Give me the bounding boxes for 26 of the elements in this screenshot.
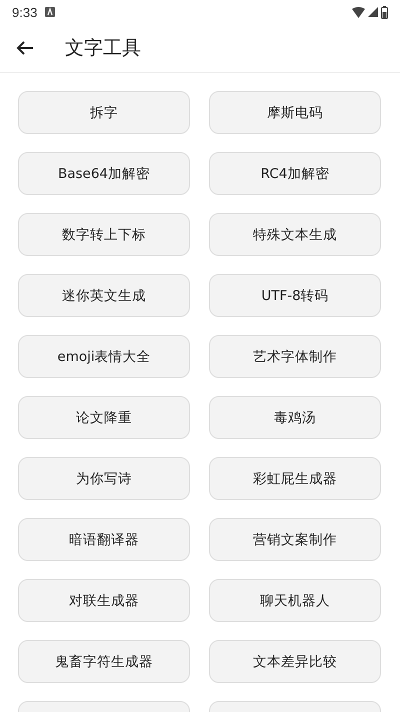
tool-button[interactable]: RC4加解密: [209, 152, 381, 195]
tool-button[interactable]: emoji表情大全: [18, 335, 190, 378]
signal-icon: [368, 7, 378, 17]
tool-button[interactable]: UTF-8转码: [209, 274, 381, 317]
status-time: 9:33: [12, 4, 38, 20]
tool-button[interactable]: 彩虹屁生成器: [209, 457, 381, 500]
tool-button[interactable]: 鬼畜字符生成器: [18, 640, 190, 683]
battery-icon: [381, 6, 388, 18]
tool-button[interactable]: 聊天机器人: [209, 579, 381, 622]
tool-button[interactable]: 摩斯电码: [209, 91, 381, 134]
page-title: 文字工具: [65, 36, 141, 61]
wifi-icon: [352, 6, 365, 18]
tool-button[interactable]: 特殊文本生成: [209, 213, 381, 256]
tool-button[interactable]: 论文降重: [18, 396, 190, 439]
tool-button[interactable]: 数字转上下标: [18, 213, 190, 256]
tool-button[interactable]: 拆字: [18, 91, 190, 134]
tool-button[interactable]: 为你写诗: [18, 457, 190, 500]
tool-button[interactable]: 对联生成器: [18, 579, 190, 622]
tool-button[interactable]: 暗语翻译器: [18, 518, 190, 561]
tool-button[interactable]: 营销文案制作: [209, 518, 381, 561]
tool-button[interactable]: 艺术字体制作: [209, 335, 381, 378]
notification-icon: [45, 7, 56, 17]
tool-button[interactable]: 迷你英文生成: [18, 274, 190, 317]
tool-button[interactable]: Base64加解密: [18, 152, 190, 195]
tool-button[interactable]: 文本差异比较: [209, 640, 381, 683]
tool-button[interactable]: 毒鸡汤: [209, 396, 381, 439]
